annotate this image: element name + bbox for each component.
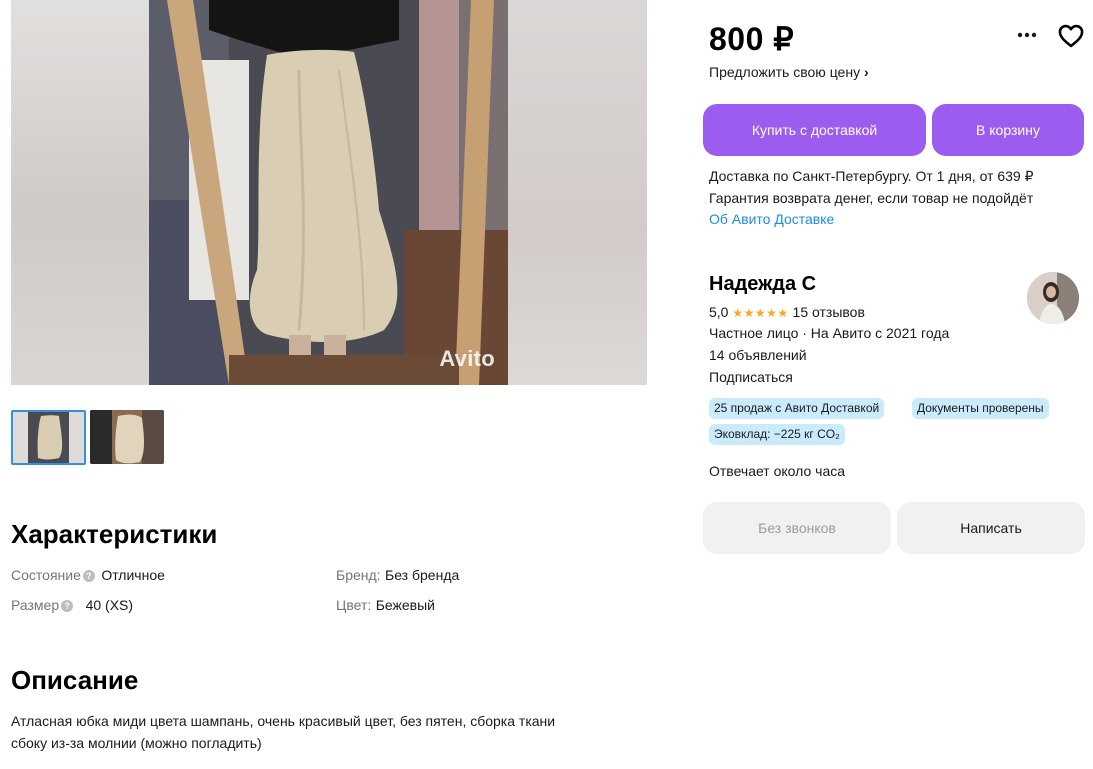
seller-listings[interactable]: 14 объявлений	[709, 347, 807, 363]
brand-value: Без бренда	[385, 567, 460, 583]
avito-delivery-link[interactable]: Об Авито Доставке	[709, 209, 1084, 231]
help-icon[interactable]: ?	[61, 599, 74, 612]
offer-price-link[interactable]: Предложить свою цену ›	[709, 64, 869, 80]
description-line-2: сбоку из-за молнии (можно погладить)	[11, 735, 262, 751]
delivery-info: Доставка по Санкт-Петербургу. От 1 дня, …	[709, 166, 1084, 231]
star-icons: ★★★★★	[732, 306, 789, 320]
condition-label: Состояние	[11, 567, 81, 583]
avito-watermark: Avito	[439, 346, 495, 371]
heart-icon[interactable]	[1057, 22, 1085, 50]
thumbnail-2[interactable]	[90, 410, 164, 464]
no-calls-button: Без звонков	[703, 502, 891, 554]
chevron-right-icon: ›	[863, 64, 869, 80]
seller-rating[interactable]: 5,0 ★★★★★ 15 отзывов	[709, 304, 865, 320]
thumbnail-2-image	[90, 410, 164, 464]
size-label: Размер	[11, 597, 60, 613]
photo-blur-right	[508, 0, 647, 385]
description-text: Атласная юбка миди цвета шампань, очень …	[11, 710, 631, 754]
delivery-line: Доставка по Санкт-Петербургу. От 1 дня, …	[709, 168, 1034, 184]
brand-label: Бренд:	[336, 567, 381, 583]
rating-value: 5,0	[709, 304, 729, 320]
characteristic-color: Цвет: Бежевый	[336, 597, 435, 615]
color-value: Бежевый	[375, 597, 436, 613]
reviews-count: 15 отзывов	[792, 304, 865, 320]
response-time: Отвечает около часа	[709, 463, 846, 479]
thumbnail-1-image	[13, 412, 84, 463]
description-line-1: Атласная юбка миди цвета шампань, очень …	[11, 713, 556, 729]
buy-with-delivery-button[interactable]: Купить с доставкой	[703, 104, 926, 156]
write-message-button[interactable]: Написать	[897, 502, 1085, 554]
main-photo[interactable]: Avito	[11, 0, 647, 385]
photo-blur-left	[11, 0, 149, 385]
size-value: 40 (XS)	[85, 597, 134, 613]
more-icon[interactable]	[1014, 22, 1040, 48]
subscribe-link[interactable]: Подписаться	[709, 369, 793, 385]
guarantee-line: Гарантия возврата денег, если товар не п…	[709, 189, 1034, 206]
badge-deliveries: 25 продаж с Авито Доставкой	[709, 398, 885, 419]
badge-eco: Эковклад: −225 кг CO₂	[709, 424, 845, 445]
thumbnail-1[interactable]	[11, 410, 86, 465]
badge-documents: Документы проверены	[912, 398, 1049, 419]
help-icon[interactable]: ?	[82, 569, 95, 582]
avatar[interactable]	[1027, 272, 1079, 324]
condition-value: Отличное	[101, 567, 165, 583]
description-title: Описание	[11, 665, 139, 695]
seller-type: Частное лицо · На Авито с 2021 года	[709, 325, 950, 341]
characteristics-title: Характеристики	[11, 519, 218, 549]
product-photo	[149, 0, 508, 385]
price: 800 ₽	[709, 21, 795, 57]
characteristic-brand: Бренд: Без бренда	[336, 567, 459, 585]
characteristic-condition: Состояние? Отличное	[11, 567, 165, 585]
skirt-mirror-photo	[149, 0, 508, 385]
color-label: Цвет:	[336, 597, 372, 613]
offer-price-label: Предложить свою цену	[709, 64, 861, 80]
add-to-cart-button[interactable]: В корзину	[932, 104, 1084, 156]
seller-name[interactable]: Надежда С	[709, 273, 816, 296]
characteristic-size: Размер? 40 (XS)	[11, 597, 133, 615]
